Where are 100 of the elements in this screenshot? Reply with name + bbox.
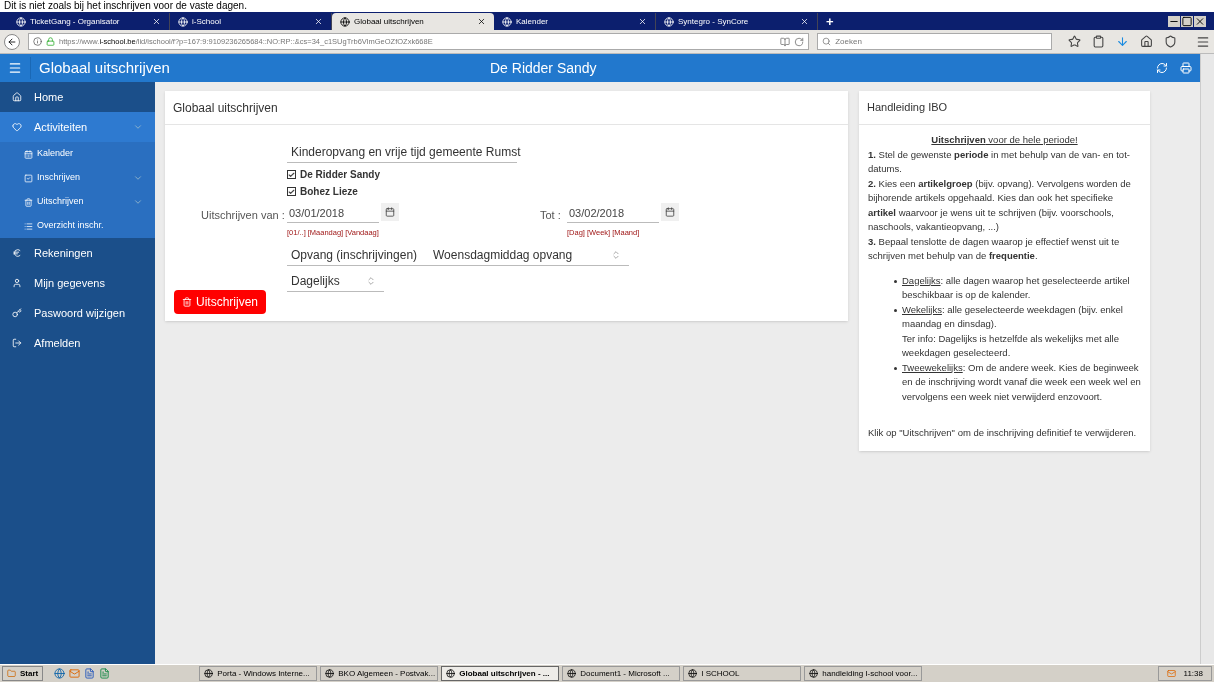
card-title: Globaal uitschrijven xyxy=(165,91,848,125)
calendar-icon xyxy=(665,207,675,217)
checkbox[interactable] xyxy=(287,170,296,179)
clipboard-icon[interactable] xyxy=(1092,35,1105,48)
card-title: Handleiding IBO xyxy=(859,91,1150,125)
window-icon xyxy=(325,669,335,678)
refresh-icon[interactable] xyxy=(1156,62,1168,74)
scrollbar[interactable] xyxy=(1200,54,1214,664)
download-icon[interactable] xyxy=(1116,35,1129,48)
calendar-button[interactable] xyxy=(661,203,679,221)
sidebar-item[interactable]: Rekeningen xyxy=(0,238,155,268)
star-icon[interactable] xyxy=(1068,35,1081,48)
window-icon xyxy=(204,669,214,678)
document-icon[interactable] xyxy=(84,668,96,679)
trash-icon xyxy=(24,197,33,207)
help-bullet-text: Wekelijks: alle geselecteerde weekdagen (bijv. enkel maandag en dinsdag). xyxy=(902,302,1124,331)
user-icon xyxy=(12,278,22,288)
chevron-icon xyxy=(133,122,143,132)
checkbox-icon xyxy=(24,173,33,183)
sidebar-item[interactable]: Home xyxy=(0,82,155,112)
select-arrows-icon xyxy=(611,249,621,260)
page-icon xyxy=(16,16,26,27)
help-step: 3. Bepaal tenslotte de dagen waarop je effectief wenst uit te schrijven met behulp van de frequentie. xyxy=(868,234,1141,264)
reader-icon[interactable] xyxy=(780,36,791,47)
info-icon xyxy=(33,37,42,46)
logout-icon xyxy=(12,338,22,348)
sidebar-item[interactable]: Afmelden xyxy=(0,328,155,358)
caption-text: Dit is niet zoals bij het inschrijven voor de vaste dagen. xyxy=(3,0,248,12)
home-icon xyxy=(12,92,22,102)
calendar-button[interactable] xyxy=(381,203,399,221)
page-icon xyxy=(664,16,674,27)
key-icon xyxy=(12,308,22,318)
lock-icon xyxy=(46,37,55,46)
sidebar-subitem[interactable]: Overzicht inschr. xyxy=(0,214,155,238)
maximize-icon[interactable] xyxy=(1181,16,1193,27)
taskbar-button[interactable]: BKO Algemeen - Postvak... xyxy=(320,666,439,681)
menu-icon[interactable] xyxy=(8,61,22,75)
page-title: Globaal uitschrijven xyxy=(30,56,490,80)
help-footer: Klik op "Uitschrijven" om de inschrijving definitief te verwijderen. xyxy=(868,426,1141,441)
browser-icon[interactable] xyxy=(54,668,66,679)
help-note: Ter info: Dagelijks is hetzelfde als wekelijks met alle weekdagen geselecteerd. xyxy=(902,331,1120,360)
search-icon xyxy=(822,37,832,46)
bullet-icon xyxy=(894,308,897,312)
euro-icon xyxy=(12,248,22,258)
child-name: Bohez Lieze xyxy=(300,185,358,199)
print-icon[interactable] xyxy=(1180,62,1192,74)
window-icon xyxy=(446,669,456,678)
page-icon xyxy=(340,16,350,27)
clock: 11:38 xyxy=(1183,667,1203,680)
taskbar-button[interactable]: Globaal uitschrijven - ... xyxy=(441,666,560,681)
back-icon[interactable] xyxy=(4,33,20,50)
help-step: 2. Kies een artikelgroep (bijv. opvang). Vervolgens worden de bijhorende artikels opgehaald. Kies dan ook het specifieke artikel waarvoor je wens uit te schrijven (bijv. voorschools, naschools, vakantieopvang, ...) xyxy=(868,176,1141,235)
user-name: De Ridder Sandy xyxy=(490,58,597,78)
help-bullet-text: Dagelijks: alle dagen waarop het geselecteerde artikel beschikbaar is op de kalender. xyxy=(902,273,1131,302)
bullet-icon xyxy=(894,366,897,370)
date-field[interactable]: 03/02/2018 xyxy=(567,203,659,223)
select-field[interactable]: Woensdagmiddag opvang xyxy=(429,244,629,266)
calendar-icon xyxy=(24,149,33,159)
date-field[interactable]: 03/01/2018 xyxy=(287,203,379,223)
help-heading: Uitschrijven voor de hele periode! xyxy=(931,134,1078,145)
list-icon xyxy=(24,221,33,231)
unsubscribe-button[interactable]: Uitschrijven xyxy=(174,290,266,314)
shield-icon[interactable] xyxy=(1164,35,1177,48)
select-arrows-icon xyxy=(366,275,376,286)
close-icon[interactable] xyxy=(477,17,486,26)
minimize-icon[interactable] xyxy=(1168,16,1180,27)
start-button[interactable]: Start xyxy=(2,666,44,681)
child-name: De Ridder Sandy xyxy=(300,168,381,182)
reload-icon[interactable] xyxy=(794,36,805,47)
menu-icon[interactable] xyxy=(1196,34,1210,49)
field-label: Uitschrijven van : xyxy=(201,208,285,223)
checkbox[interactable] xyxy=(287,187,296,196)
calendar-icon xyxy=(385,207,395,217)
bullet-icon xyxy=(894,279,897,283)
window-icon xyxy=(567,669,577,678)
new-tab-button[interactable]: + xyxy=(818,13,842,30)
trash-icon xyxy=(182,297,192,307)
select-field[interactable]: Opvang (inschrijvingen) xyxy=(287,244,429,266)
taskbar-button[interactable]: handleiding I-school voor... xyxy=(804,666,923,681)
taskbar-button[interactable]: I SCHOOL xyxy=(683,666,802,681)
select-field[interactable]: Dagelijks xyxy=(287,270,384,292)
spreadsheet-icon[interactable] xyxy=(99,668,111,679)
sidebar-item[interactable]: Paswoord wijzigen xyxy=(0,298,155,328)
taskbar-button[interactable]: Porta - Windows Interne... xyxy=(199,666,318,681)
search-field[interactable]: Zoeken xyxy=(817,33,1052,50)
page-icon xyxy=(178,16,188,27)
sidebar-subitem[interactable]: Kalender xyxy=(0,142,155,166)
sidebar-item[interactable]: Activiteiten xyxy=(0,112,155,142)
window-icon xyxy=(809,669,819,678)
chevron-icon xyxy=(133,173,143,183)
field-label: Tot : xyxy=(540,208,561,223)
page-icon xyxy=(502,16,512,27)
home-icon[interactable] xyxy=(1140,35,1153,48)
sidebar-subitem[interactable]: Inschrijven xyxy=(0,166,155,190)
sidebar-item[interactable]: Mijn gegevens xyxy=(0,268,155,298)
sidebar-subitem[interactable]: Uitschrijven xyxy=(0,190,155,214)
browser-tab[interactable]: Globaal uitschrijven xyxy=(332,13,494,30)
taskbar-button[interactable]: Document1 - Microsoft ... xyxy=(562,666,681,681)
help-bullet-text: Tweewekelijks: Om de andere week. Kies de beginweek en de inschrijving wordt vanaf die week een week wel en vervolgens een week niet verwijderd enzovoort. xyxy=(902,360,1141,404)
window-icon xyxy=(688,669,698,678)
